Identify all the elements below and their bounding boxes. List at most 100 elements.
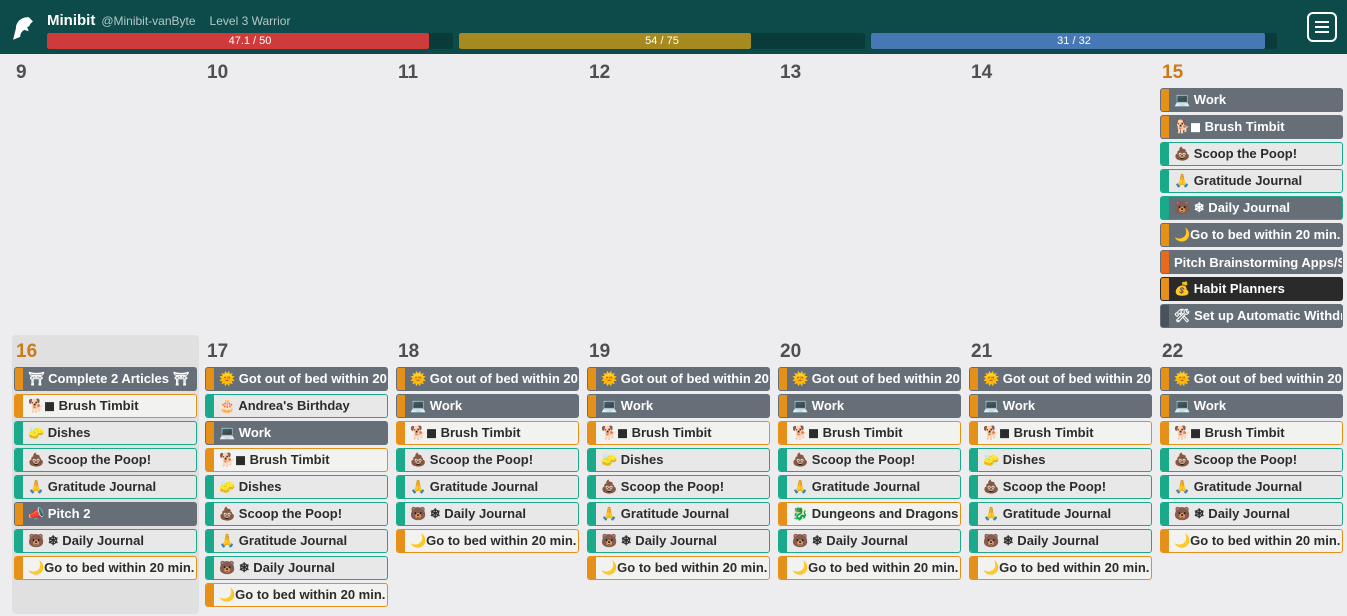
task-item[interactable]: 💻 Work: [778, 394, 961, 418]
task-item[interactable]: ⛩ Complete 2 Articles ⛩: [14, 367, 197, 391]
user-level: Level 3 Warrior: [210, 14, 291, 28]
task-item[interactable]: 🐕◼ Brush Timbit: [1160, 421, 1343, 445]
task-item[interactable]: 🐕◼ Brush Timbit: [1160, 115, 1343, 139]
task-stripe: [588, 476, 596, 498]
task-item[interactable]: 🙏 Gratitude Journal: [1160, 475, 1343, 499]
user-block: Minibit @Minibit-vanByte Level 3 Warrior…: [47, 6, 1337, 49]
task-label: 💩 Scoop the Poop!: [214, 506, 387, 522]
task-item[interactable]: 🌞 Got out of bed within 20 ...: [969, 367, 1152, 391]
task-item[interactable]: 🙏 Gratitude Journal: [205, 529, 388, 553]
task-item[interactable]: 🐻 ❄ Daily Journal: [1160, 502, 1343, 526]
menu-button[interactable]: [1307, 12, 1337, 42]
task-item[interactable]: 🐻 ❄ Daily Journal: [396, 502, 579, 526]
task-item[interactable]: 🐕◼ Brush Timbit: [778, 421, 961, 445]
task-item[interactable]: 🌙Go to bed within 20 min. ...: [396, 529, 579, 553]
task-label: 💰 Habit Planners: [1169, 281, 1342, 297]
task-stripe: [15, 503, 23, 525]
task-stripe: [588, 449, 596, 471]
task-item[interactable]: 💻 Work: [1160, 394, 1343, 418]
task-stripe: [206, 368, 214, 390]
calendar-day: 15💻 Work🐕◼ Brush Timbit💩 Scoop the Poop!…: [1158, 56, 1345, 335]
task-label: 💩 Scoop the Poop!: [787, 452, 960, 468]
task-stripe: [206, 530, 214, 552]
task-item[interactable]: 💩 Scoop the Poop!: [14, 448, 197, 472]
day-number: 19: [585, 339, 772, 367]
task-item[interactable]: 🐻 ❄ Daily Journal: [778, 529, 961, 553]
task-item[interactable]: 💩 Scoop the Poop!: [969, 475, 1152, 499]
task-stripe: [1161, 170, 1169, 192]
task-stripe: [970, 503, 978, 525]
task-item[interactable]: 🌙Go to bed within 20 min. ...: [14, 556, 197, 580]
task-item[interactable]: 🐻 ❄ Daily Journal: [14, 529, 197, 553]
task-item[interactable]: 🧽 Dishes: [587, 448, 770, 472]
task-item[interactable]: 🐻 ❄ Daily Journal: [969, 529, 1152, 553]
task-item[interactable]: 🌞 Got out of bed within 20 ...: [778, 367, 961, 391]
task-item[interactable]: 🌙Go to bed within 20 min. ...: [778, 556, 961, 580]
task-item[interactable]: 🐕◼ Brush Timbit: [587, 421, 770, 445]
task-item[interactable]: 🌙Go to bed within 20 min. ...: [1160, 529, 1343, 553]
task-item[interactable]: 🐻 ❄ Daily Journal: [587, 529, 770, 553]
task-item[interactable]: 🌞 Got out of bed within 20 ...: [1160, 367, 1343, 391]
day-number: 21: [967, 339, 1154, 367]
task-item[interactable]: 🌙Go to bed within 20 min. ...: [969, 556, 1152, 580]
task-item[interactable]: 🐻 ❄ Daily Journal: [205, 556, 388, 580]
day-number: 20: [776, 339, 963, 367]
task-item[interactable]: 🙏 Gratitude Journal: [969, 502, 1152, 526]
task-item[interactable]: 💩 Scoop the Poop!: [1160, 448, 1343, 472]
task-item[interactable]: 🙏 Gratitude Journal: [1160, 169, 1343, 193]
task-item[interactable]: 🙏 Gratitude Journal: [14, 475, 197, 499]
task-item[interactable]: Pitch Brainstorming Apps/S...: [1160, 250, 1343, 274]
task-item[interactable]: 💻 Work: [969, 394, 1152, 418]
task-label: 🌞 Got out of bed within 20 ...: [787, 371, 960, 387]
task-item[interactable]: 🧽 Dishes: [14, 421, 197, 445]
task-stripe: [1161, 143, 1169, 165]
day-number: 11: [394, 60, 581, 88]
task-item[interactable]: 🧽 Dishes: [205, 475, 388, 499]
task-item[interactable]: 🙏 Gratitude Journal: [587, 502, 770, 526]
task-item[interactable]: 🌞 Got out of bed within 20 ...: [587, 367, 770, 391]
calendar-week: 16⛩ Complete 2 Articles ⛩🐕◼ Brush Timbit…: [12, 335, 1335, 614]
task-item[interactable]: 🌙Go to bed within 20 min. ...: [1160, 223, 1343, 247]
task-label: 🧽 Dishes: [214, 479, 387, 495]
task-item[interactable]: 🧽 Dishes: [969, 448, 1152, 472]
task-item[interactable]: 💻 Work: [587, 394, 770, 418]
task-item[interactable]: 🐉 Dungeons and Dragons ...: [778, 502, 961, 526]
task-item[interactable]: 💩 Scoop the Poop!: [1160, 142, 1343, 166]
task-item[interactable]: 🌙Go to bed within 20 min. ...: [587, 556, 770, 580]
calendar-day: 10: [203, 56, 390, 335]
task-item[interactable]: 🐕◼ Brush Timbit: [14, 394, 197, 418]
task-label: 💻 Work: [1169, 398, 1342, 414]
task-item[interactable]: 💻 Work: [1160, 88, 1343, 112]
task-stripe: [206, 449, 214, 471]
task-stripe: [1161, 197, 1169, 219]
task-item[interactable]: 🐕◼ Brush Timbit: [396, 421, 579, 445]
task-item[interactable]: 🐕◼ Brush Timbit: [969, 421, 1152, 445]
task-item[interactable]: 💻 Work: [205, 421, 388, 445]
calendar: 9101112131415💻 Work🐕◼ Brush Timbit💩 Scoo…: [0, 54, 1347, 616]
task-item[interactable]: 💩 Scoop the Poop!: [778, 448, 961, 472]
task-item[interactable]: 🐻 ❄ Daily Journal: [1160, 196, 1343, 220]
task-stripe: [1161, 422, 1169, 444]
task-item[interactable]: 🛠 Set up Automatic Withdr...: [1160, 304, 1343, 328]
task-item[interactable]: 🌙Go to bed within 20 min. ...: [205, 583, 388, 607]
task-stripe: [15, 368, 23, 390]
task-item[interactable]: 💰 Habit Planners: [1160, 277, 1343, 301]
task-item[interactable]: 🌞 Got out of bed within 20 ...: [205, 367, 388, 391]
calendar-day: 12: [585, 56, 772, 335]
task-item[interactable]: 💻 Work: [396, 394, 579, 418]
username: @Minibit-vanByte: [101, 14, 195, 28]
task-item[interactable]: 🎂 Andrea's Birthday: [205, 394, 388, 418]
calendar-week: 9101112131415💻 Work🐕◼ Brush Timbit💩 Scoo…: [12, 56, 1335, 335]
task-item[interactable]: 🙏 Gratitude Journal: [396, 475, 579, 499]
task-stripe: [397, 422, 405, 444]
task-item[interactable]: 🐕◼ Brush Timbit: [205, 448, 388, 472]
task-item[interactable]: 🙏 Gratitude Journal: [778, 475, 961, 499]
task-label: 💩 Scoop the Poop!: [1169, 146, 1342, 162]
task-item[interactable]: 💩 Scoop the Poop!: [205, 502, 388, 526]
task-item[interactable]: 💩 Scoop the Poop!: [587, 475, 770, 499]
task-stripe: [779, 368, 787, 390]
task-item[interactable]: 🌞 Got out of bed within 20 ...: [396, 367, 579, 391]
task-label: 🐕◼ Brush Timbit: [214, 452, 387, 468]
task-item[interactable]: 📣 Pitch 2: [14, 502, 197, 526]
task-item[interactable]: 💩 Scoop the Poop!: [396, 448, 579, 472]
